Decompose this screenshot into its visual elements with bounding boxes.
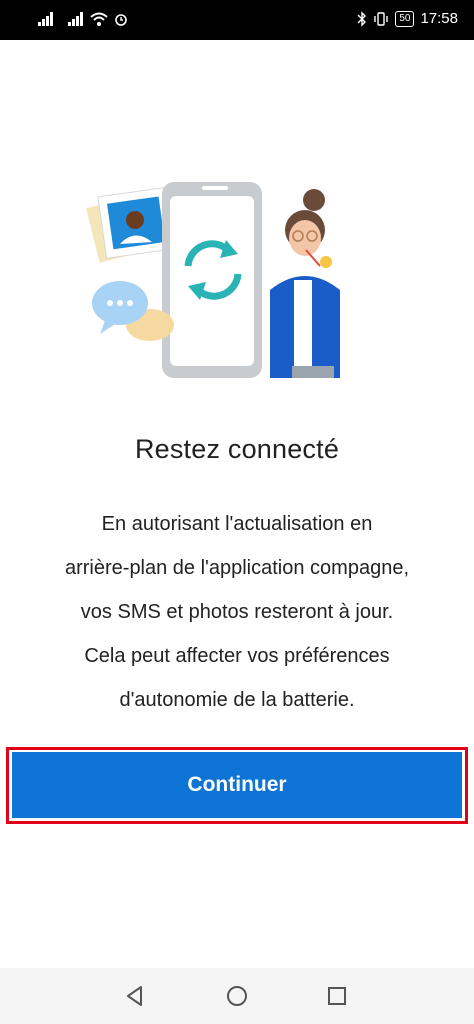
status-left	[38, 12, 128, 26]
illustration	[86, 182, 340, 378]
continue-button[interactable]: Continuer	[12, 752, 462, 818]
back-icon[interactable]	[121, 982, 149, 1010]
description-line: arrière-plan de l'application compagne,	[64, 557, 410, 579]
clock: 17:58	[420, 10, 458, 27]
status-bar: 50 17:58	[0, 0, 474, 40]
description: En autorisant l'actualisation en arrière…	[20, 502, 454, 722]
photo-icon	[86, 187, 173, 263]
vibrate-icon	[374, 11, 389, 26]
page-title: Restez connecté	[134, 434, 340, 464]
wifi-icon	[90, 12, 108, 26]
description-line: d'autonomie de la batterie.	[119, 689, 355, 711]
alarm-icon	[115, 14, 127, 26]
description-line: Cela peut affecter vos préférences	[84, 645, 390, 667]
navigation-bar	[0, 968, 474, 1024]
chat-bubble-icon	[92, 281, 174, 341]
bluetooth-icon	[357, 10, 367, 27]
battery-indicator: 50	[395, 10, 415, 27]
description-line: En autorisant l'actualisation en	[101, 513, 373, 535]
description-line: vos SMS et photos resteront à jour.	[80, 601, 394, 623]
signal-icon	[68, 12, 83, 26]
home-icon[interactable]	[223, 982, 251, 1010]
status-right: 50 17:58	[357, 10, 458, 27]
recents-icon[interactable]	[323, 982, 351, 1010]
person-icon	[270, 189, 340, 378]
signal-icon	[38, 12, 53, 26]
